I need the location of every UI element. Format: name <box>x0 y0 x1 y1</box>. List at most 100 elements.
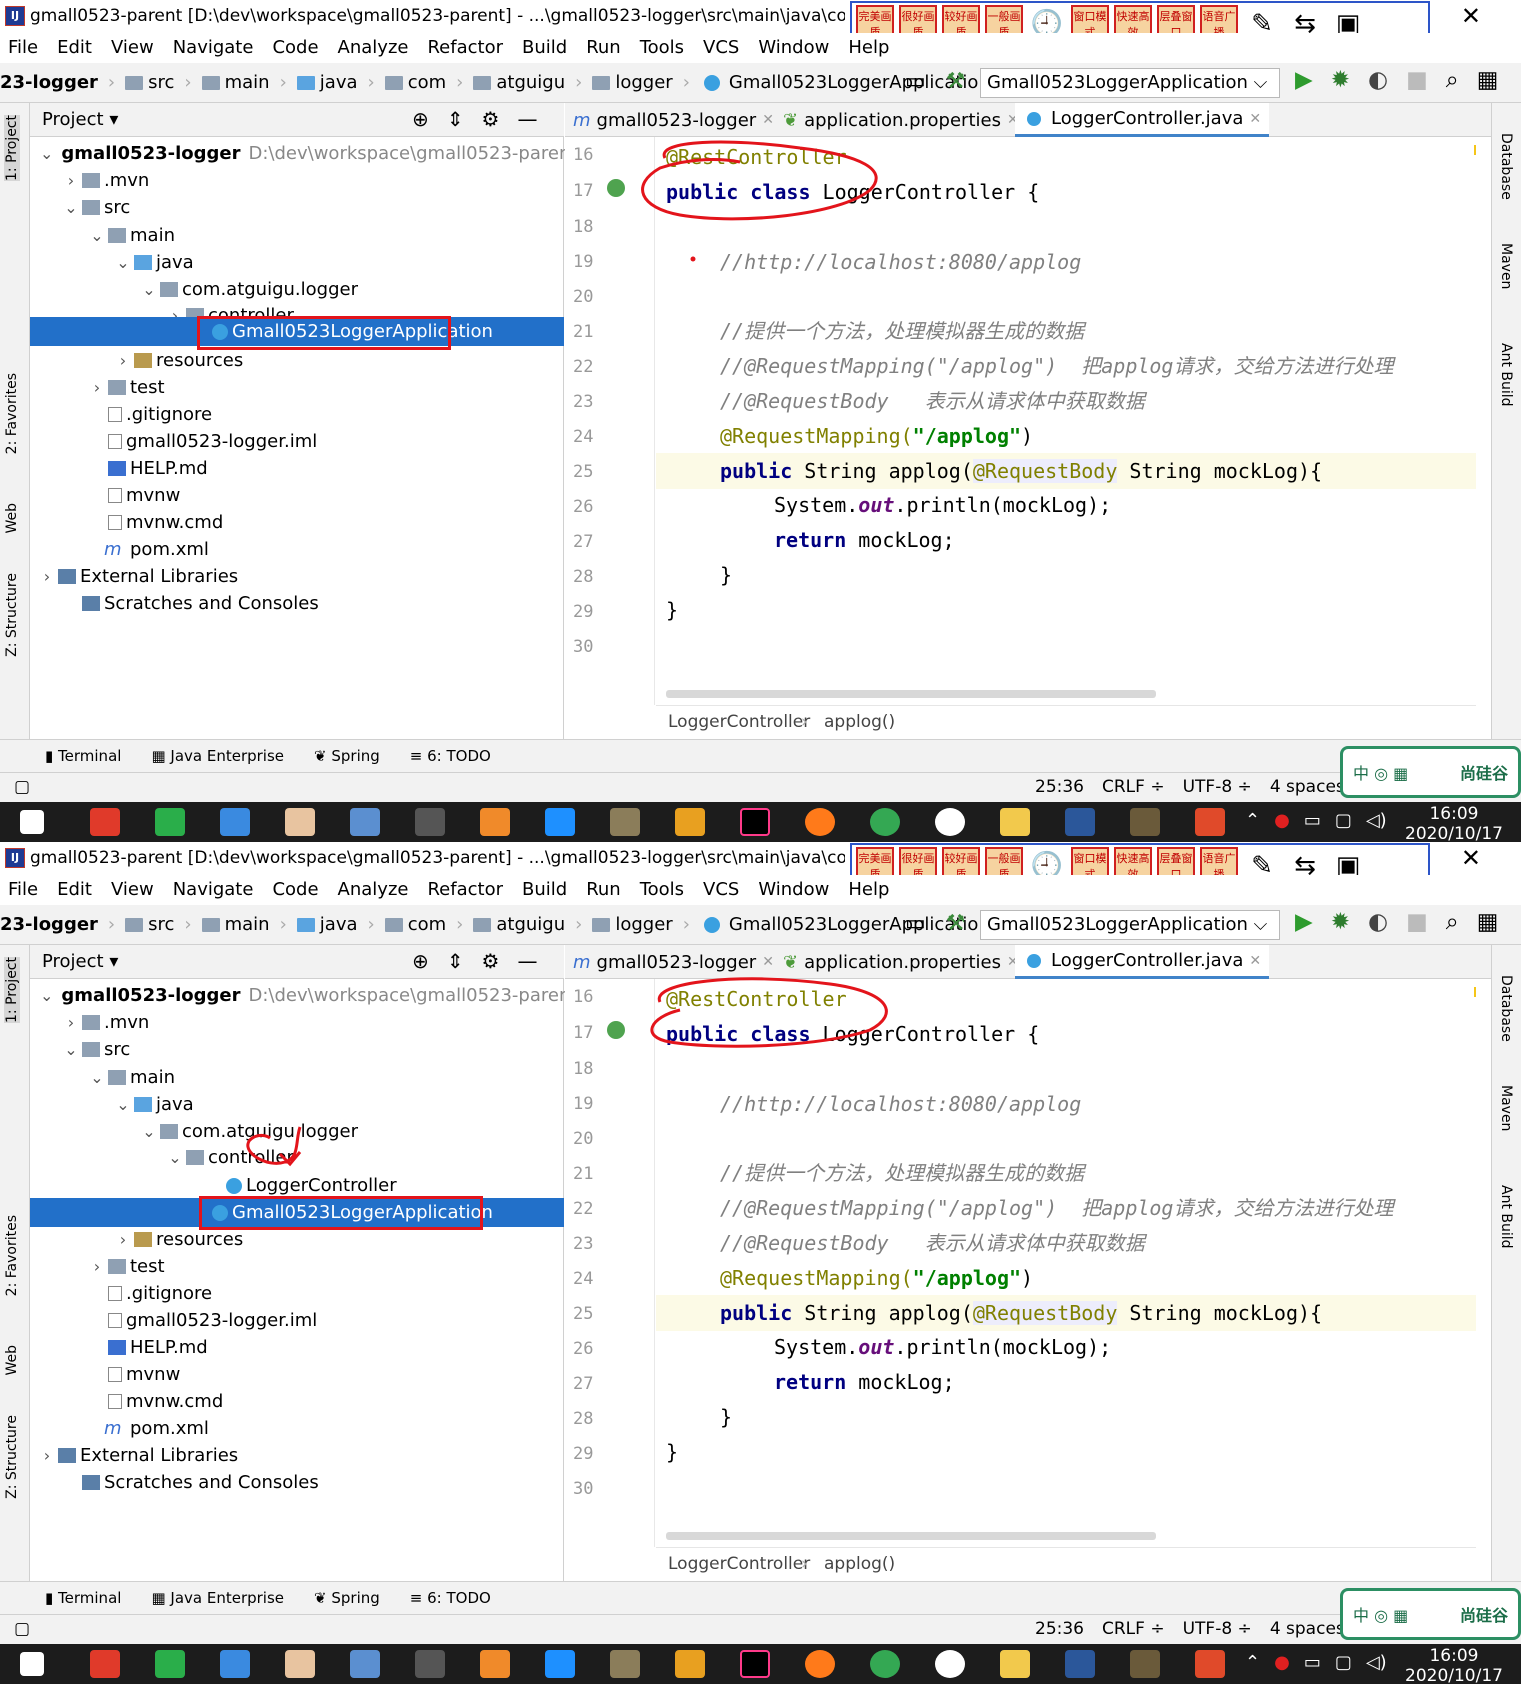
line-separator[interactable]: CRLF ÷ <box>1102 1619 1165 1639</box>
app-icon[interactable] <box>1130 1650 1160 1678</box>
firefox-icon[interactable] <box>805 1650 835 1678</box>
tab-todo[interactable]: ≡ 6: TODO <box>410 1589 491 1607</box>
app-icon[interactable] <box>350 808 380 836</box>
crumb-atguigu[interactable]: atguigu <box>473 914 565 935</box>
run-config-select[interactable]: Gmall0523LoggerApplication ⌵ <box>980 68 1280 98</box>
tree-item[interactable]: ⌄ com.atguigu.logger <box>30 1117 564 1146</box>
tree-item[interactable]: m pom.xml <box>30 535 564 564</box>
menu-view[interactable]: View <box>111 33 154 63</box>
tab-database[interactable]: Database <box>1498 975 1514 1042</box>
emoji-app-icon[interactable] <box>935 808 965 836</box>
close-icon[interactable]: ✕ <box>1249 953 1261 969</box>
windows-start-icon[interactable] <box>20 810 44 834</box>
close-icon[interactable]: ✕ <box>1461 844 1481 872</box>
crumb-logger[interactable]: logger <box>592 72 673 93</box>
spring-bean-icon[interactable] <box>607 1021 625 1039</box>
tab-maven[interactable]: Maven <box>1498 243 1514 289</box>
menu-help[interactable]: Help <box>848 33 889 63</box>
volume-icon[interactable]: ◁) <box>1366 1652 1387 1673</box>
tree-item[interactable]: ⌄ java <box>30 248 564 277</box>
crumb-src[interactable]: src <box>125 72 174 93</box>
battery-icon[interactable]: ▭ <box>1304 810 1321 831</box>
crumb-logger[interactable]: logger <box>592 914 673 935</box>
network-icon[interactable]: ▢ <box>1335 810 1352 831</box>
tree-item[interactable]: mvnw <box>30 481 564 510</box>
line-separator[interactable]: CRLF ÷ <box>1102 777 1165 797</box>
gear-icon[interactable]: ⚙ <box>482 949 500 973</box>
app-icon[interactable] <box>220 808 250 836</box>
app-icon[interactable] <box>675 808 705 836</box>
app-icon[interactable] <box>1130 808 1160 836</box>
build-hammer-icon[interactable]: ⚒ <box>946 911 966 936</box>
menu-refactor[interactable]: Refactor <box>427 33 503 63</box>
intellij-taskbar-icon[interactable] <box>740 808 770 836</box>
menu-tools[interactable]: Tools <box>640 33 684 63</box>
build-hammer-icon[interactable]: ⚒ <box>946 69 966 94</box>
project-view-select[interactable]: Project ▾ <box>42 951 118 972</box>
structure-icon[interactable]: ▦ <box>1477 67 1499 93</box>
crumb-main[interactable]: main <box>201 914 270 935</box>
intellij-taskbar-icon[interactable] <box>740 1650 770 1678</box>
volume-icon[interactable]: ◁) <box>1366 810 1387 831</box>
tab-java-enterprise[interactable]: ▦ Java Enterprise <box>151 747 284 765</box>
code-editor[interactable]: @RestController public class LoggerContr… <box>656 137 1476 705</box>
app-icon[interactable] <box>415 1650 445 1678</box>
tab-favorites[interactable]: 2: Favorites <box>4 373 20 454</box>
menu-file[interactable]: File <box>8 33 38 63</box>
warning-marker[interactable] <box>1474 145 1476 155</box>
word-icon[interactable] <box>1065 1650 1095 1678</box>
close-icon[interactable]: ✕ <box>1461 2 1481 30</box>
crumb-class-name[interactable]: LoggerController <box>668 1554 810 1574</box>
app-icon[interactable] <box>480 808 510 836</box>
tree-item[interactable]: gmall0523-logger.iml <box>30 1306 564 1335</box>
youdao-icon[interactable] <box>90 808 120 836</box>
hide-icon[interactable]: — <box>517 107 537 131</box>
tab-java-enterprise[interactable]: ▦ Java Enterprise <box>151 1589 284 1607</box>
search-icon[interactable]: ⌕ <box>1446 909 1459 935</box>
avatar-app-icon[interactable] <box>285 1650 315 1678</box>
menu-view[interactable]: View <box>111 875 154 905</box>
tab-ant-build[interactable]: Ant Build <box>1498 343 1514 407</box>
tree-item[interactable]: › resources <box>30 346 564 375</box>
collapse-icon[interactable]: ⇕ <box>447 107 464 131</box>
tab-favorites[interactable]: 2: Favorites <box>4 1215 20 1296</box>
crumb-java[interactable]: java <box>296 72 358 93</box>
locate-icon[interactable]: ⊕ <box>412 949 429 973</box>
tree-item[interactable]: HELP.md <box>30 1333 564 1362</box>
tree-item[interactable]: Scratches and Consoles <box>30 589 564 618</box>
menu-tools[interactable]: Tools <box>640 875 684 905</box>
tree-item[interactable]: ⌄ controller <box>30 1143 564 1172</box>
crumb-com[interactable]: com <box>384 914 446 935</box>
network-icon[interactable]: ▢ <box>1335 1652 1352 1673</box>
spring-bean-icon[interactable] <box>607 179 625 197</box>
tree-item[interactable]: › External Libraries <box>30 1441 564 1470</box>
debug-icon[interactable]: ✹ <box>1331 67 1350 93</box>
tree-item[interactable]: ⌄ src <box>30 1035 564 1064</box>
record-icon[interactable]: ● <box>1274 810 1290 831</box>
horizontal-scrollbar[interactable] <box>666 690 1156 698</box>
app-icon[interactable] <box>1195 808 1225 836</box>
crumb-java[interactable]: java <box>296 914 358 935</box>
tree-item[interactable]: m pom.xml <box>30 1414 564 1443</box>
tab-terminal[interactable]: ▮ Terminal <box>45 747 121 765</box>
menu-build[interactable]: Build <box>522 875 567 905</box>
horizontal-scrollbar[interactable] <box>666 1532 1156 1540</box>
tab-todo[interactable]: ≡ 6: TODO <box>410 747 491 765</box>
crumb-src[interactable]: src <box>125 914 174 935</box>
tab-maven[interactable]: Maven <box>1498 1085 1514 1131</box>
layout-icon[interactable]: ▢ <box>14 1619 30 1639</box>
record-icon[interactable]: ● <box>1274 1652 1290 1673</box>
tree-item[interactable]: mvnw.cmd <box>30 1387 564 1416</box>
tree-item[interactable]: › .mvn <box>30 1008 564 1037</box>
crumb-com[interactable]: com <box>384 72 446 93</box>
tree-item[interactable]: .gitignore <box>30 400 564 429</box>
gear-icon[interactable]: ⚙ <box>482 107 500 131</box>
tree-item[interactable]: › .mvn <box>30 166 564 195</box>
menu-edit[interactable]: Edit <box>57 875 92 905</box>
tree-item[interactable]: › test <box>30 1252 564 1281</box>
menu-edit[interactable]: Edit <box>57 33 92 63</box>
tab-properties[interactable]: ❦ application.properties ✕ <box>775 103 1027 137</box>
tree-item[interactable]: ⌄ gmall0523-logger D:\dev\workspace\gmall0… <box>30 139 600 168</box>
run-icon[interactable]: ▶ <box>1295 909 1313 935</box>
menu-refactor[interactable]: Refactor <box>427 875 503 905</box>
